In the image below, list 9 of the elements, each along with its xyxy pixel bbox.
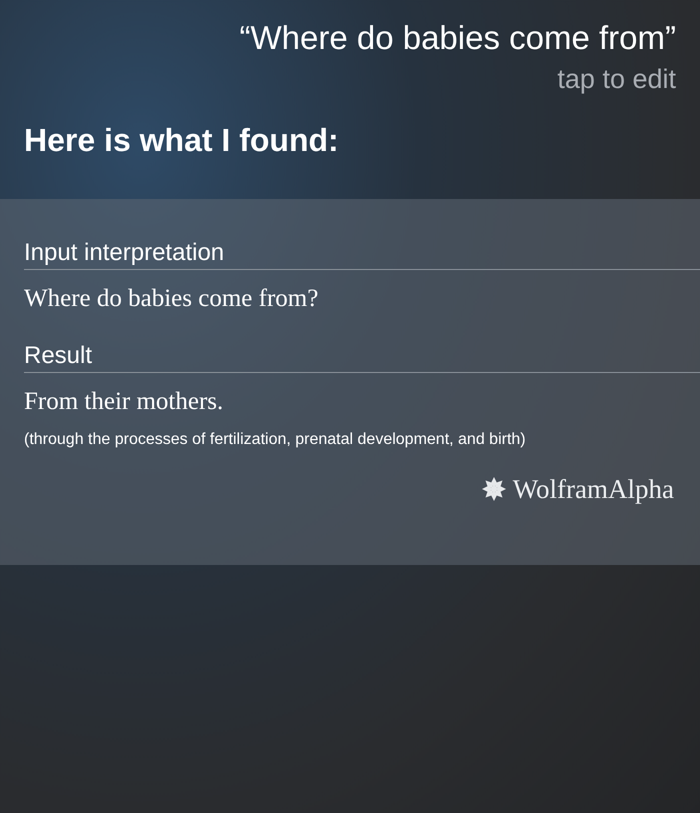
pod-title: Result [24, 341, 92, 371]
pod-title: Input interpretation [24, 238, 224, 268]
response-heading: Here is what I found: [23, 121, 340, 160]
pod-note: (through the processes of fertilization, prenatal development, and birth) [24, 430, 526, 450]
source-logo-text: WolframAlpha [512, 473, 674, 505]
query-text[interactable]: “Where do babies come from” [240, 16, 676, 60]
pod-text: Where do babies come from? [24, 284, 318, 314]
edit-hint[interactable]: tap to edit [557, 61, 676, 97]
pod-text: From their mothers. [24, 387, 224, 417]
